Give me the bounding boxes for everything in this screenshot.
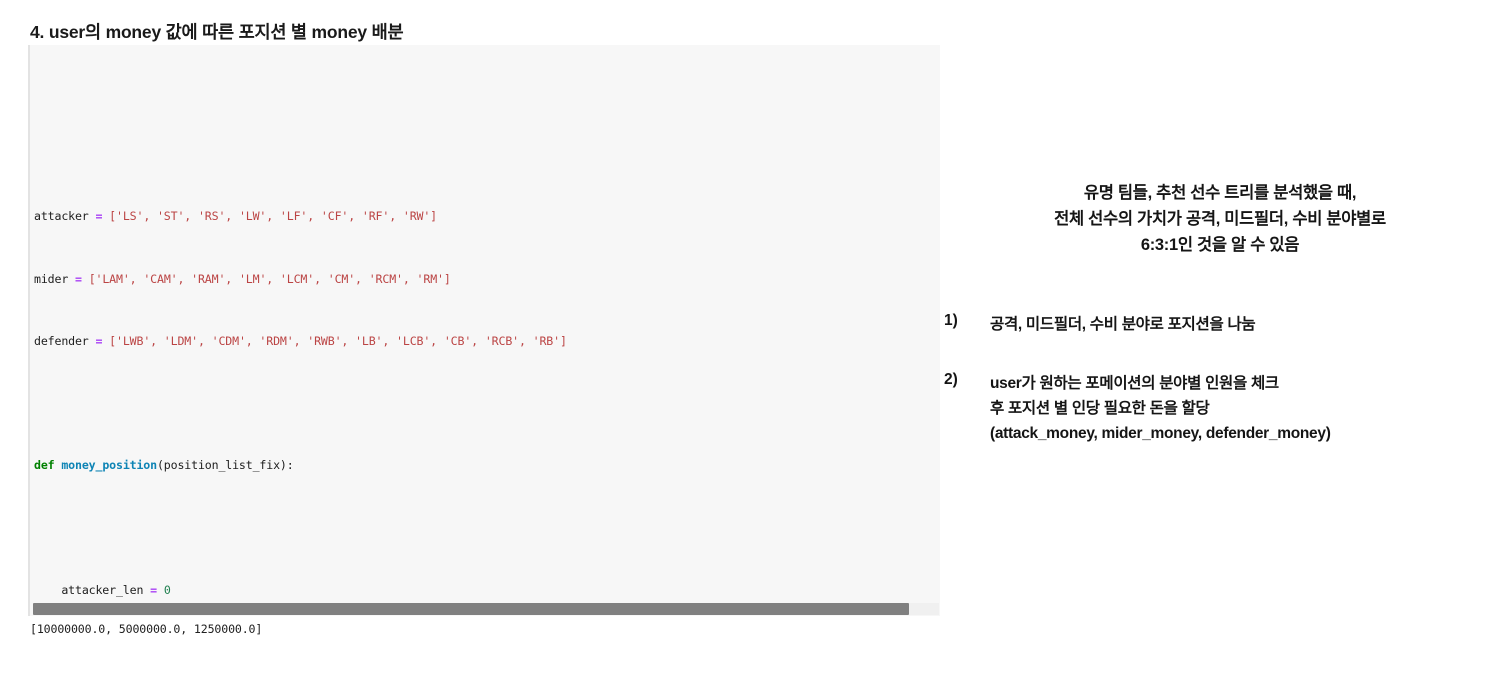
function-name: money_position bbox=[61, 458, 157, 473]
list-item-marker: 1) bbox=[944, 312, 958, 329]
function-args: (position_list_fix): bbox=[156, 458, 294, 473]
scrollbar-thumb[interactable] bbox=[33, 603, 909, 615]
list-item-line: user가 원하는 포메이션의 분야별 인원을 체크 bbox=[990, 375, 1279, 392]
list-item-line: 공격, 미드필더, 수비 분야로 포지션을 나눔 bbox=[990, 316, 1256, 333]
code-horizontal-scrollbar[interactable] bbox=[33, 603, 939, 615]
list-item-line: 후 포지션 별 인당 필요한 돈을 할당 bbox=[990, 400, 1210, 417]
code-line-attacker: attacker = ['LS', 'ST', 'RS', 'LW', 'LF'… bbox=[34, 209, 847, 225]
code-line-mider: mider = ['LAM', 'CAM', 'RAM', 'LM', 'LCM… bbox=[34, 272, 847, 288]
code-output: [10000000.0, 5000000.0, 1250000.0] bbox=[30, 622, 263, 636]
numbered-list: 1) 공격, 미드필더, 수비 분야로 포지션을 나눔 2) user가 원하는… bbox=[940, 312, 1500, 480]
slide-page: 4. user의 money 값에 따른 포지션 별 money 배분 atta… bbox=[0, 0, 1500, 684]
code-line-defender: defender = ['LWB', 'LDM', 'CDM', 'RDM', … bbox=[34, 334, 847, 350]
var-mider: mider bbox=[34, 271, 69, 286]
keyword-def: def bbox=[34, 458, 55, 473]
code-cell[interactable]: attacker = ['LS', 'ST', 'RS', 'LW', 'LF'… bbox=[28, 45, 940, 616]
var-defender: defender bbox=[34, 333, 89, 348]
list-mider: ['LAM', 'CAM', 'RAM', 'LM', 'LCM', 'CM',… bbox=[88, 271, 451, 286]
list-item-body: 공격, 미드필더, 수비 분야로 포지션을 나눔 bbox=[990, 312, 1500, 337]
list-item-body: user가 원하는 포메이션의 분야별 인원을 체크 후 포지션 별 인당 필요… bbox=[990, 371, 1500, 446]
summary-line-3: 6:3:1인 것을 알 수 있음 bbox=[1140, 236, 1300, 254]
list-item-marker: 2) bbox=[944, 371, 958, 388]
code-line-attacker-len: attacker_len = 0 bbox=[61, 582, 171, 597]
code-line-comment bbox=[34, 101, 847, 117]
right-panel: 유명 팀들, 추천 선수 트리를 분석했을 때, 전체 선수의 가치가 공격, … bbox=[940, 0, 1500, 684]
summary-line-2: 전체 선수의 가치가 공격, 미드필더, 수비 분야별로 bbox=[1054, 210, 1386, 228]
num-zero: 0 bbox=[163, 582, 171, 597]
page-title: 4. user의 money 값에 따른 포지션 별 money 배분 bbox=[30, 22, 404, 42]
list-defender: ['LWB', 'LDM', 'CDM', 'RDM', 'RWB', 'LB'… bbox=[109, 333, 567, 348]
var-attacker: attacker bbox=[34, 209, 89, 224]
list-item: 1) 공격, 미드필더, 수비 분야로 포지션을 나눔 bbox=[940, 312, 1500, 337]
list-item: 2) user가 원하는 포메이션의 분야별 인원을 체크 후 포지션 별 인당… bbox=[940, 371, 1500, 446]
list-attacker: ['LS', 'ST', 'RS', 'LW', 'LF', 'CF', 'RF… bbox=[109, 209, 438, 224]
code-line-def: def money_position(position_list_fix): bbox=[34, 458, 847, 474]
op-assign: = bbox=[75, 271, 82, 286]
summary-line-1: 유명 팀들, 추천 선수 트리를 분석했을 때, bbox=[1083, 184, 1357, 202]
code-content[interactable]: attacker = ['LS', 'ST', 'RS', 'LW', 'LF'… bbox=[30, 45, 847, 616]
list-item-line: (attack_money, mider_money, defender_mon… bbox=[990, 425, 1331, 442]
var-attacker-len: attacker_len bbox=[61, 582, 144, 597]
summary-text: 유명 팀들, 추천 선수 트리를 분석했을 때, 전체 선수의 가치가 공격, … bbox=[940, 180, 1500, 258]
